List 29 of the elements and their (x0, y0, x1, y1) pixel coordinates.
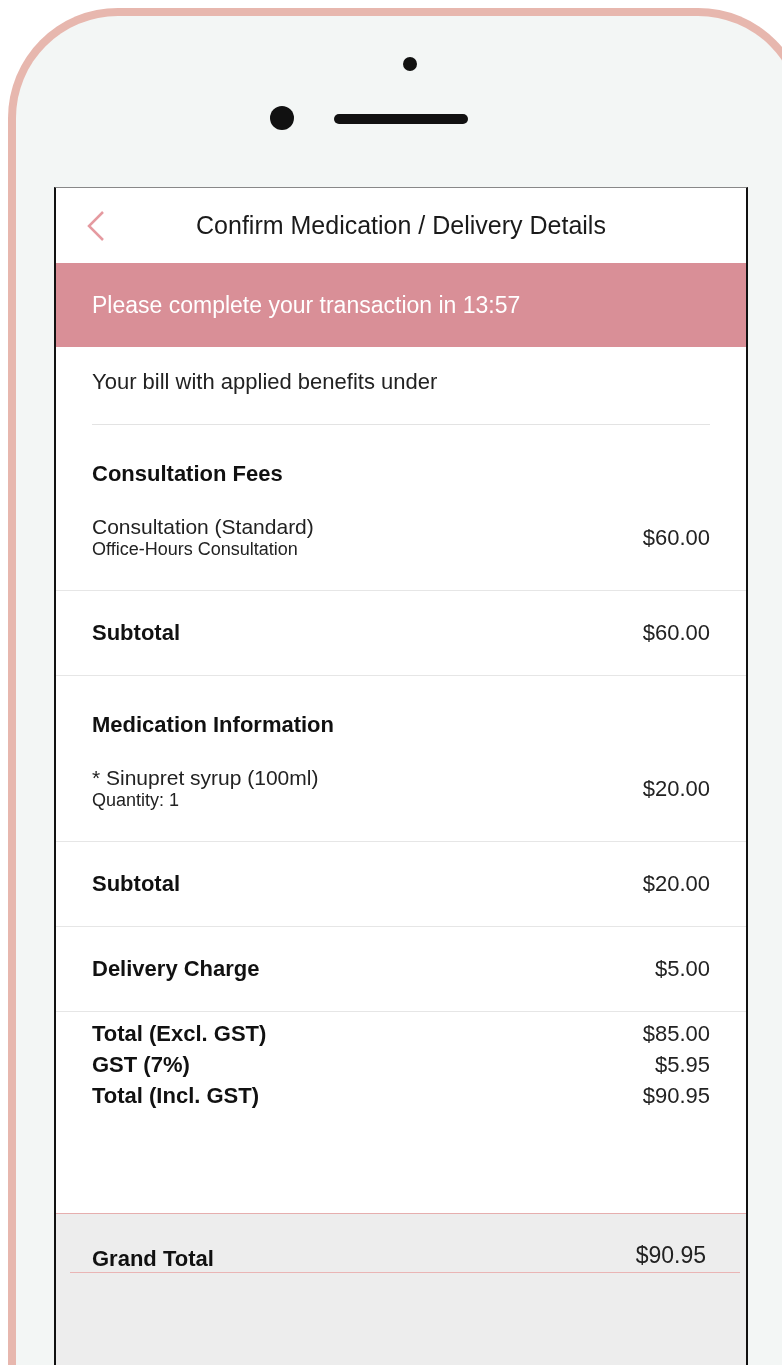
grand-total-amount: $90.95 (635, 1242, 706, 1269)
item-detail: Office-Hours Consultation (92, 539, 299, 560)
summary-amount: $5.00 (654, 956, 710, 982)
intro-text: Your bill with applied benefits under (92, 347, 710, 425)
item-price: $20.00 (642, 775, 710, 802)
item-detail: Quantity: 1 (92, 790, 181, 811)
speaker-icon (334, 114, 468, 124)
summary-label: Delivery Charge (92, 956, 260, 982)
grand-total-label: Grand Total (92, 1246, 214, 1272)
camera-icon (270, 106, 294, 130)
sensor-icon (403, 57, 417, 71)
section-heading: Consultation Fees (92, 461, 284, 487)
item-price: $60.00 (642, 524, 710, 551)
total-amount: $5.95 (654, 1051, 710, 1079)
total-amount: $85.00 (642, 1020, 710, 1048)
timer-text: Please complete your transaction in 13:57 (92, 291, 521, 319)
section-heading: Medication Information (92, 712, 335, 738)
summary-amount: $60.00 (642, 620, 710, 646)
total-label: Total (Excl. GST) (92, 1020, 267, 1048)
total-amount: $90.95 (642, 1082, 710, 1110)
total-label: Total (Incl. GST) (92, 1082, 260, 1110)
back-icon[interactable] (86, 210, 106, 242)
summary-label: Subtotal (92, 871, 180, 897)
item-name: Consultation (Standard) (92, 515, 314, 539)
item-name: * Sinupret syrup (100ml) (92, 766, 319, 790)
summary-label: Subtotal (92, 620, 180, 646)
summary-amount: $20.00 (642, 871, 710, 897)
screen-title: Confirm Medication / Delivery Details (196, 211, 606, 240)
total-label: GST (7%) (92, 1051, 190, 1079)
